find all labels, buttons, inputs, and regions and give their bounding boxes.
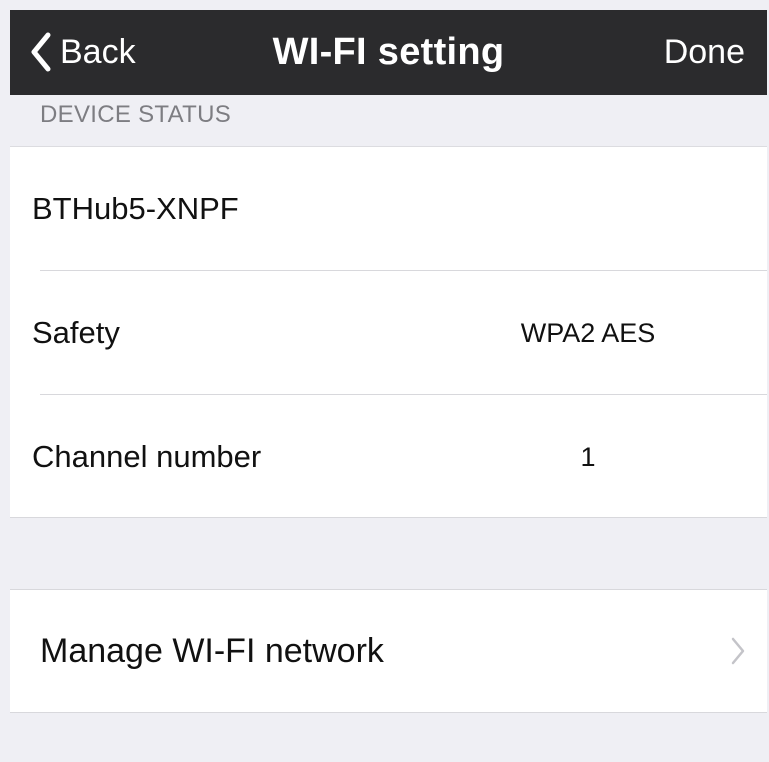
channel-label: Channel number <box>32 439 262 474</box>
done-button[interactable]: Done <box>664 30 745 74</box>
navigation-bar: Back WI-FI setting Done <box>10 10 767 95</box>
network-name: BTHub5-XNPF <box>32 191 239 226</box>
safety-row: Safety WPA2 AES <box>10 271 767 395</box>
section-header: DEVICE STATUS <box>10 95 767 147</box>
section-header-label: DEVICE STATUS <box>40 101 232 128</box>
channel-value: 1 <box>580 442 596 472</box>
safety-value: WPA2 AES <box>520 318 656 348</box>
chevron-right-icon <box>731 637 745 665</box>
group-spacer <box>10 517 767 590</box>
device-status-group: BTHub5-XNPF Safety WPA2 AES Channel numb… <box>10 147 767 519</box>
wifi-setting-screen: Back WI-FI setting Done DEVICE STATUS BT… <box>0 0 769 762</box>
manage-wifi-network-label: Manage WI-FI network <box>40 632 384 670</box>
safety-label: Safety <box>32 315 120 350</box>
network-name-row: BTHub5-XNPF <box>10 147 767 271</box>
channel-row: Channel number 1 <box>10 395 767 519</box>
bottom-background <box>10 712 767 762</box>
manage-wifi-network-row[interactable]: Manage WI-FI network <box>10 590 767 712</box>
page-title: WI-FI setting <box>272 31 505 73</box>
